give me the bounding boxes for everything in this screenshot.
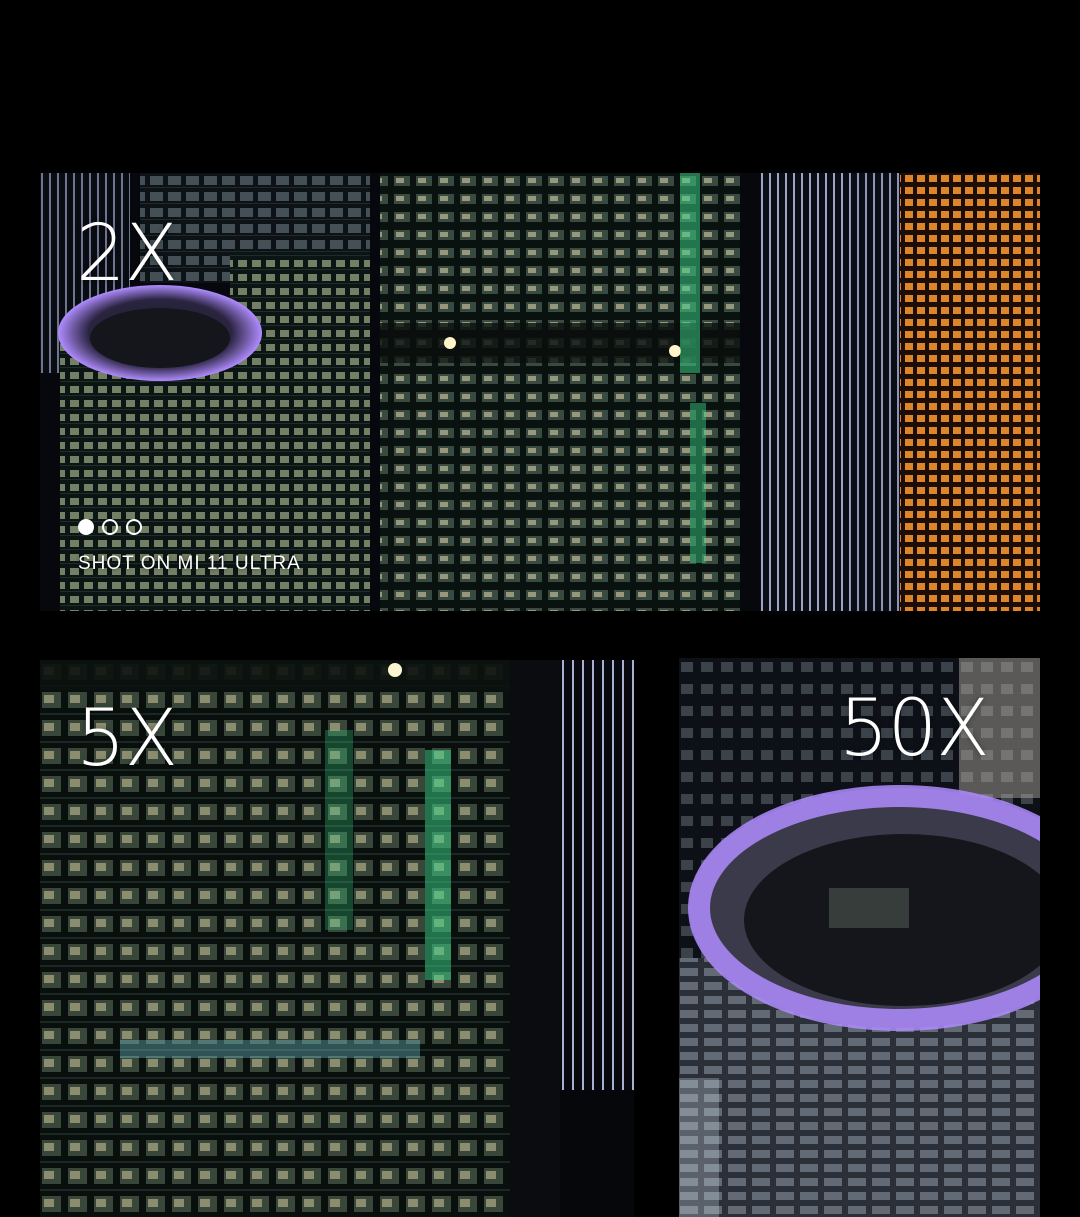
carousel-dot-1[interactable]: [78, 519, 94, 535]
zoom-label-5x: 5X: [76, 694, 178, 784]
photo-panel-50x: 50X: [679, 658, 1040, 1217]
photo-panel-5x: 5X: [40, 660, 634, 1217]
carousel-dots: [78, 519, 142, 535]
shot-on-caption: SHOT ON MI 11 ULTRA: [78, 553, 301, 574]
carousel-dot-2[interactable]: [102, 519, 118, 535]
zoom-label-50x: 50X: [839, 684, 990, 774]
carousel-dot-3[interactable]: [126, 519, 142, 535]
night-city-photo-2x: [40, 173, 1040, 611]
zoom-label-2x: 2X: [76, 209, 178, 299]
photo-panel-2x: 2X SHOT ON MI 11 ULTRA: [40, 173, 1040, 611]
